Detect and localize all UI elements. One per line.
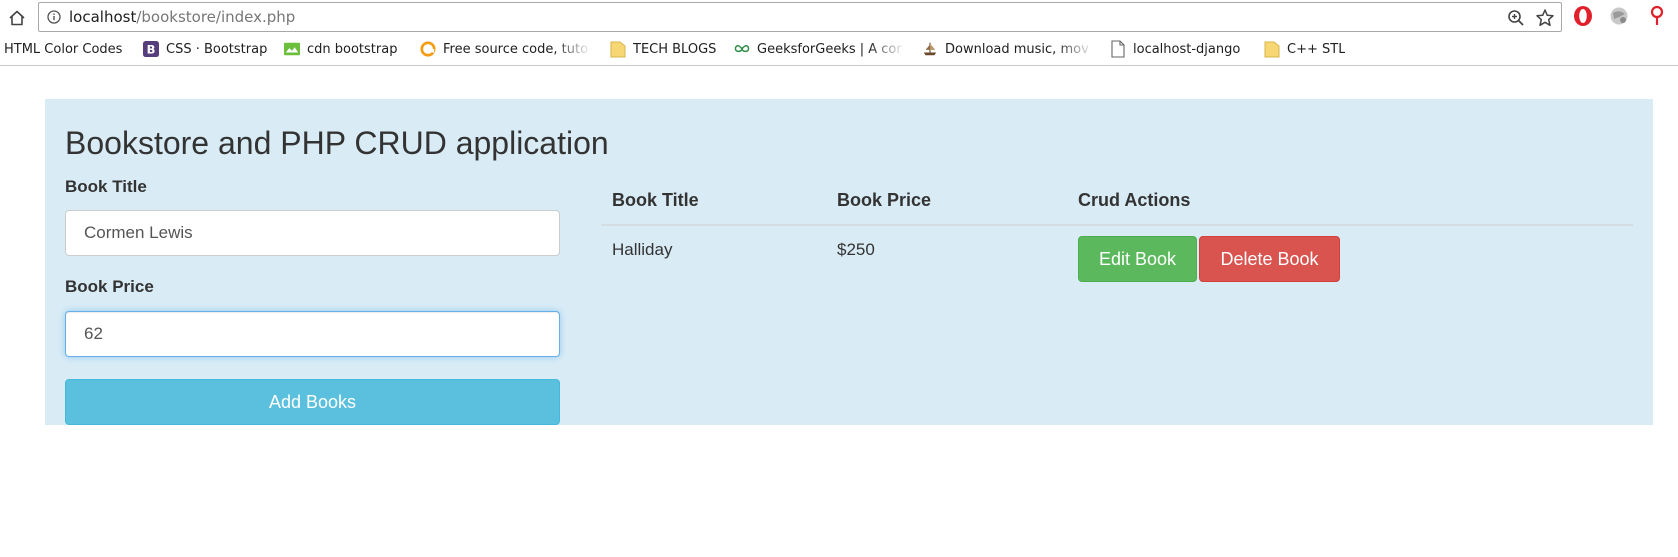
jumbotron: Bookstore and PHP CRUD application Book … <box>45 99 1653 425</box>
bookmark-label: HTML Color Codes <box>4 41 123 57</box>
cell-book-title: Halliday <box>612 240 673 259</box>
bookmark-download-music[interactable]: Download music, mov <box>922 36 1094 62</box>
book-title-label: Book Title <box>65 177 147 196</box>
bookmark-label: C++ STL <box>1287 41 1346 57</box>
zoom-icon[interactable] <box>1507 9 1525 27</box>
bootstrap-icon: B <box>143 41 159 57</box>
table-header-row: Book Title Book Price Crud Actions <box>601 179 1633 226</box>
books-table: Book Title Book Price Crud Actions Halli… <box>601 179 1633 290</box>
svg-text:B: B <box>147 42 156 56</box>
pin-extension-icon[interactable] <box>1648 5 1670 27</box>
bookmarks-bar: HTML Color Codes B CSS · Bootstrap cdn b… <box>0 36 1678 62</box>
home-icon[interactable] <box>6 7 28 29</box>
bookmark-label: CSS · Bootstrap <box>166 41 268 57</box>
folder-icon <box>1264 41 1280 58</box>
bookmark-label: localhost-django <box>1133 41 1241 57</box>
bookmark-geeksforgeeks[interactable]: GeeksforGeeks | A cor <box>734 36 906 62</box>
page-title: Bookstore and PHP CRUD application <box>65 125 609 161</box>
bookmark-label: Download music, mov <box>945 41 1089 57</box>
bookmark-label: TECH BLOGS <box>633 41 717 57</box>
book-price-label: Book Price <box>65 277 154 296</box>
edit-book-button[interactable]: Edit Book <box>1078 236 1197 282</box>
bookmark-label: GeeksforGeeks | A cor <box>757 41 902 57</box>
refresh-logo-icon <box>420 41 436 57</box>
bookmark-tech-blogs[interactable]: TECH BLOGS <box>610 36 722 62</box>
book-price-input[interactable] <box>65 311 560 357</box>
header-book-title: Book Title <box>601 179 826 226</box>
url-path: /bookstore/index.php <box>136 8 296 26</box>
bookmark-label: Free source code, tuto <box>443 41 589 57</box>
folder-icon <box>610 41 626 58</box>
address-bar[interactable]: localhost/bookstore/index.php <box>38 2 1562 32</box>
table-row: Halliday $250 Edit Book Delete Book <box>601 225 1633 290</box>
bookmark-html-color-codes[interactable]: HTML Color Codes <box>4 36 128 62</box>
add-books-button[interactable]: Add Books <box>65 379 560 425</box>
cell-actions: Edit Book Delete Book <box>1067 225 1633 290</box>
url-host: localhost <box>69 8 137 26</box>
image-icon <box>284 41 300 57</box>
bookmark-cdn-bootstrap[interactable]: cdn bootstrap <box>284 36 404 62</box>
bookmark-localhost-django[interactable]: localhost-django <box>1110 36 1248 62</box>
book-title-input[interactable] <box>65 210 560 256</box>
bookmark-star-icon[interactable] <box>1535 8 1555 28</box>
gfg-icon <box>734 41 750 57</box>
browser-chrome: localhost/bookstore/index.php HTML Color… <box>0 0 1678 66</box>
bookmark-cpp-stl[interactable]: C++ STL <box>1264 36 1354 62</box>
cell-book-price: $250 <box>837 240 875 259</box>
header-book-price: Book Price <box>826 179 1067 226</box>
delete-book-button[interactable]: Delete Book <box>1199 236 1340 282</box>
bookmark-label: cdn bootstrap <box>307 41 398 57</box>
info-icon[interactable] <box>47 10 61 24</box>
page-icon <box>1110 40 1126 58</box>
header-crud-actions: Crud Actions <box>1067 179 1633 226</box>
url-text[interactable]: localhost/bookstore/index.php <box>69 9 295 26</box>
bookmark-css-bootstrap[interactable]: B CSS · Bootstrap <box>143 36 273 62</box>
globe-extension-icon[interactable] <box>1608 5 1630 27</box>
pirate-ship-icon <box>922 41 938 57</box>
books-table-container: Book Title Book Price Crud Actions Halli… <box>601 179 1633 290</box>
bookmark-free-source-code[interactable]: Free source code, tuto <box>420 36 592 62</box>
opera-extension-icon[interactable] <box>1572 5 1594 27</box>
